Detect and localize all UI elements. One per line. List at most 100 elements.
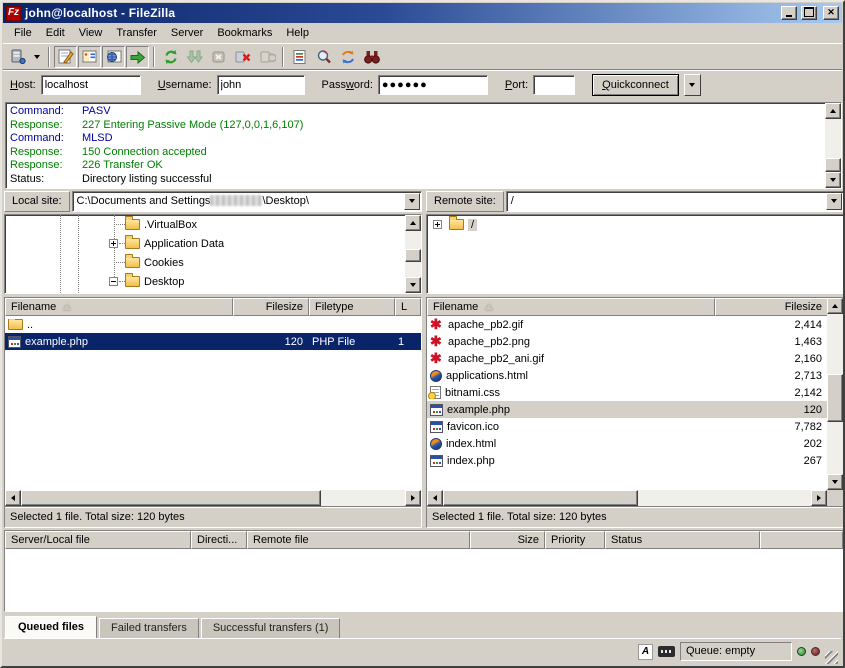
toggle-message-log-button[interactable]: [54, 46, 77, 68]
menu-transfer[interactable]: Transfer: [109, 25, 164, 41]
log-vertical-scrollbar[interactable]: [825, 103, 841, 188]
scroll-up-button[interactable]: [827, 298, 843, 314]
scrollbar-thumb[interactable]: [827, 374, 843, 422]
menu-view[interactable]: View: [72, 25, 110, 41]
arrow-up-icon: [410, 218, 416, 225]
maximize-button[interactable]: [801, 6, 817, 20]
menu-file[interactable]: File: [7, 25, 39, 41]
disconnect-button[interactable]: [231, 46, 254, 68]
scroll-down-button[interactable]: [827, 474, 843, 490]
local-horizontal-scrollbar[interactable]: [5, 490, 421, 506]
file-row[interactable]: index.php 267: [427, 452, 827, 469]
host-input[interactable]: [41, 75, 141, 95]
scrollbar-thumb[interactable]: [405, 249, 421, 262]
tree-item-cookies[interactable]: Cookies: [5, 253, 405, 272]
tab-queued-files[interactable]: Queued files: [5, 616, 97, 638]
toggle-local-tree-button[interactable]: [78, 46, 101, 68]
quickconnect-dropdown[interactable]: [684, 74, 701, 96]
speed-limit-indicator-icon[interactable]: [658, 646, 675, 657]
scrollbar-thumb[interactable]: [443, 490, 638, 506]
column-header-direction[interactable]: Directi...: [191, 531, 247, 549]
username-input[interactable]: [217, 75, 305, 95]
binoculars-icon: [363, 48, 381, 66]
remote-site-combo[interactable]: /: [506, 191, 844, 212]
tab-successful-transfers[interactable]: Successful transfers (1): [201, 618, 341, 638]
scroll-right-button[interactable]: [405, 490, 421, 506]
file-row[interactable]: bitnami.css 2,142: [427, 384, 827, 401]
local-tree-vertical-scrollbar[interactable]: [405, 215, 421, 293]
process-queue-button[interactable]: [183, 46, 206, 68]
column-header-filetype[interactable]: Filetype: [309, 298, 395, 316]
menu-help[interactable]: Help: [279, 25, 316, 41]
column-header-filename[interactable]: Filename: [427, 298, 715, 316]
log-line: Command:PASV: [10, 105, 821, 119]
remote-site-combo-arrow[interactable]: [826, 193, 842, 210]
message-log: Command:PASV Response:227 Entering Passi…: [5, 102, 842, 189]
scroll-left-button[interactable]: [427, 490, 443, 506]
menu-edit[interactable]: Edit: [39, 25, 72, 41]
tree-item-virtualbox[interactable]: .VirtualBox: [5, 215, 405, 234]
scroll-right-button[interactable]: [811, 490, 827, 506]
close-button[interactable]: [823, 6, 839, 20]
menu-bookmarks[interactable]: Bookmarks: [210, 25, 279, 41]
menu-server[interactable]: Server: [164, 25, 210, 41]
scroll-up-button[interactable]: [825, 103, 841, 119]
quickconnect-button[interactable]: Quickconnect: [592, 74, 679, 96]
resize-grip[interactable]: [825, 651, 838, 664]
file-row[interactable]: applications.html 2,713: [427, 367, 827, 384]
toggle-transfer-queue-button[interactable]: [126, 46, 149, 68]
file-row-parent-dir[interactable]: ..: [5, 316, 421, 333]
file-row[interactable]: apache_pb2.gif 2,414: [427, 316, 827, 333]
password-input[interactable]: [378, 75, 488, 95]
transfer-type-ascii-icon[interactable]: [638, 644, 653, 660]
local-site-combo-arrow[interactable]: [404, 193, 420, 210]
tree-item-desktop[interactable]: Desktop: [5, 272, 405, 291]
site-manager-dropdown[interactable]: [30, 46, 44, 68]
directory-listing-filters-button[interactable]: [288, 46, 311, 68]
synchronized-browsing-button[interactable]: [336, 46, 359, 68]
tree-item-root[interactable]: /: [427, 215, 843, 234]
queue-body[interactable]: [5, 549, 843, 611]
title-bar[interactable]: john@localhost - FileZilla: [3, 3, 842, 23]
file-row[interactable]: index.html 202: [427, 435, 827, 452]
column-header-server-local-file[interactable]: Server/Local file: [5, 531, 191, 549]
tree-expand-icon[interactable]: [109, 239, 118, 248]
reconnect-button[interactable]: [255, 46, 278, 68]
column-header-filename[interactable]: Filename: [5, 298, 233, 316]
port-input[interactable]: [533, 75, 575, 95]
toggle-remote-tree-button[interactable]: [102, 46, 125, 68]
column-header-status[interactable]: Status: [605, 531, 760, 549]
scrollbar-thumb[interactable]: [825, 158, 841, 172]
refresh-button[interactable]: [159, 46, 182, 68]
cancel-operation-button[interactable]: [207, 46, 230, 68]
file-row[interactable]: apache_pb2_ani.gif 2,160: [427, 350, 827, 367]
php-file-icon: [8, 336, 21, 348]
site-manager-button[interactable]: [6, 46, 29, 68]
scroll-down-button[interactable]: [825, 172, 841, 188]
scroll-left-button[interactable]: [5, 490, 21, 506]
scroll-down-button[interactable]: [405, 277, 421, 293]
minimize-button[interactable]: [781, 6, 797, 20]
column-header-filesize[interactable]: Filesize: [715, 298, 828, 316]
scroll-up-button[interactable]: [405, 215, 421, 231]
remote-horizontal-scrollbar[interactable]: [427, 490, 827, 506]
scrollbar-thumb[interactable]: [21, 490, 321, 506]
local-site-combo[interactable]: C:\Documents and Settings\Desktop\: [72, 191, 422, 212]
file-row[interactable]: favicon.ico 7,782: [427, 418, 827, 435]
column-header-filesize[interactable]: Filesize: [233, 298, 309, 316]
file-row[interactable]: apache_pb2.png 1,463: [427, 333, 827, 350]
file-row-example-php[interactable]: example.php 120: [427, 401, 827, 418]
column-header-size[interactable]: Size: [470, 531, 545, 549]
tab-failed-transfers[interactable]: Failed transfers: [99, 618, 199, 638]
html-file-icon: [430, 438, 442, 450]
tree-item-application-data[interactable]: Application Data: [5, 234, 405, 253]
column-header-remote-file[interactable]: Remote file: [247, 531, 470, 549]
remote-vertical-scrollbar[interactable]: [827, 298, 843, 490]
tree-collapse-icon[interactable]: [109, 277, 118, 286]
find-files-button[interactable]: [360, 46, 383, 68]
directory-comparison-button[interactable]: [312, 46, 335, 68]
file-row-example-php[interactable]: example.php 120 PHP File 1: [5, 333, 421, 350]
column-header-last-modified[interactable]: L: [395, 298, 421, 316]
column-header-priority[interactable]: Priority: [545, 531, 605, 549]
tree-expand-icon[interactable]: [433, 220, 442, 229]
